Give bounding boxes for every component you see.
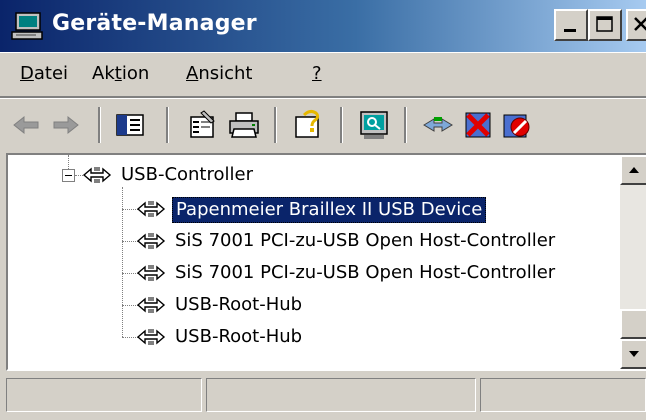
maximize-icon: [596, 16, 613, 32]
status-bar: [0, 374, 646, 420]
device-manager-window: Geräte-Manager Datei Aktion Ansicht ? US…: [0, 0, 646, 420]
window-title: Geräte-Manager: [52, 11, 257, 36]
usb-device-icon: [136, 297, 166, 313]
forward-arrow-icon[interactable]: [48, 107, 84, 143]
close-button[interactable]: [626, 9, 646, 41]
toolbar-separator: [166, 107, 169, 143]
tree-category-label[interactable]: USB-Controller: [118, 163, 256, 187]
scrollbar-thumb[interactable]: [620, 309, 646, 339]
status-pane: [6, 378, 202, 412]
device-label[interactable]: USB-Root-Hub: [172, 325, 305, 349]
usb-device-icon: [136, 265, 166, 281]
vertical-scrollbar[interactable]: [620, 155, 646, 369]
scroll-down-button[interactable]: [620, 339, 646, 369]
arrow-up-icon: [629, 167, 639, 173]
toolbar-separator: [340, 107, 343, 143]
tree-connector: [68, 155, 69, 169]
device-label[interactable]: USB-Root-Hub: [172, 293, 305, 317]
menu-view[interactable]: Ansicht: [186, 63, 252, 84]
menu-file[interactable]: Datei: [20, 63, 68, 84]
maximize-button[interactable]: [588, 9, 622, 41]
update-driver-icon[interactable]: [420, 107, 456, 143]
disable-icon[interactable]: [498, 107, 534, 143]
help-icon[interactable]: [290, 107, 326, 143]
toolbar: [0, 99, 646, 153]
scroll-up-button[interactable]: [620, 155, 646, 185]
toolbar-separator: [98, 107, 101, 143]
close-icon: [634, 17, 646, 31]
properties-icon[interactable]: [184, 107, 220, 143]
print-icon[interactable]: [226, 107, 262, 143]
toolbar-separator: [404, 107, 407, 143]
arrow-down-icon: [629, 351, 639, 357]
status-pane: [206, 378, 476, 412]
title-bar[interactable]: Geräte-Manager: [0, 0, 646, 52]
minimize-button[interactable]: [554, 9, 588, 41]
computer-icon: [11, 12, 43, 40]
status-pane: [480, 378, 646, 412]
device-label[interactable]: Papenmeier Braillex II USB Device: [172, 197, 487, 223]
device-tree-content: USB-Controller Papenmeier Braillex II US…: [8, 155, 620, 369]
usb-device-icon: [136, 233, 166, 249]
scan-hardware-icon[interactable]: [356, 107, 392, 143]
menu-action[interactable]: Aktion: [92, 63, 149, 84]
back-arrow-icon[interactable]: [8, 107, 44, 143]
show-hide-console-tree-icon[interactable]: [112, 107, 148, 143]
usb-device-icon: [136, 329, 166, 345]
menu-bar: Datei Aktion Ansicht ?: [0, 52, 646, 96]
usb-device-icon: [136, 201, 166, 217]
usb-controller-icon: [82, 167, 112, 183]
device-label[interactable]: SiS 7001 PCI-zu-USB Open Host-Controller: [172, 261, 558, 285]
menu-help[interactable]: ?: [312, 63, 322, 84]
minimize-icon: [564, 29, 576, 32]
collapse-toggle[interactable]: [62, 169, 75, 182]
device-tree[interactable]: USB-Controller Papenmeier Braillex II US…: [6, 153, 646, 371]
uninstall-icon[interactable]: [460, 107, 496, 143]
toolbar-separator: [274, 107, 277, 143]
device-label[interactable]: SiS 7001 PCI-zu-USB Open Host-Controller: [172, 229, 558, 253]
